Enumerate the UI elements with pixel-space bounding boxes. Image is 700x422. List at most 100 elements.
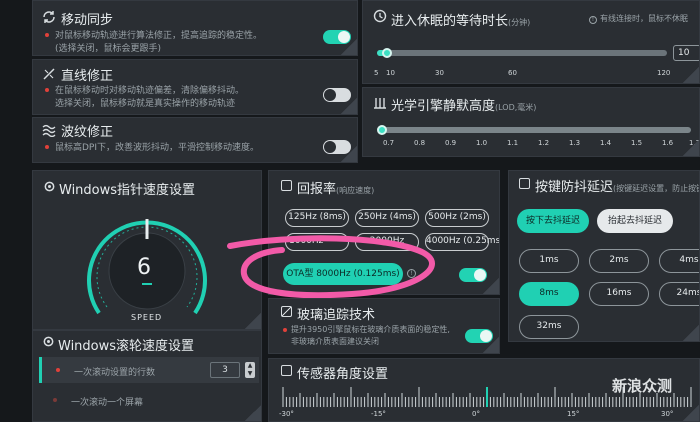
lod-tick-1-6: 1.6 [662,139,674,147]
sensor-angle-title: 传感器角度设置 [297,367,389,382]
mouse-sync-toggle[interactable] [323,30,351,44]
angle-snap-desc-2: 选择关闭，鼠标移动就是真实操作的移动轨迹 [55,99,236,109]
speed-value: 6 [137,255,151,280]
clock-icon [373,9,387,23]
debounce-option-16ms[interactable]: 16ms [589,282,649,306]
sensor-icon [281,365,292,376]
speed-label: SPEED [131,313,163,322]
debounce-option-8ms[interactable]: 8ms [519,282,579,306]
angle-snap-toggle[interactable] [323,88,351,102]
debounce-tab-release[interactable]: 抬起去抖延迟 [597,209,673,233]
debounce-tab-press[interactable]: 按下去抖延迟 [517,209,589,233]
scroll-lines-value: 3 [222,365,228,375]
angle-tick-neg15: -15° [371,410,386,418]
mouse-sync-title: 移动同步 [61,13,114,28]
glass-icon [281,306,292,317]
ripple-panel: 波纹修正 鼠标高DPI下，改善波形抖动，平滑控制移动速度。 [32,117,358,163]
highlight-annotation [227,235,435,299]
glass-toggle[interactable] [465,329,493,343]
debounce-tab-release-label: 抬起去抖延迟 [607,216,662,226]
ripple-toggle[interactable] [323,140,351,154]
glass-tracking-panel: 玻璃追踪技术 提升3950引擎鼠标在玻璃介质表面的稳定性, 非玻璃介质表面建议关… [268,298,500,354]
lines-radio [56,368,60,372]
debounce-title-text: 按键防抖延迟 [535,180,614,195]
sleep-title: 进入休眠的等待时长(分钟) [391,10,530,29]
angle-tick-15: 15° [567,410,580,418]
lod-title: 光学引擎静默高度(LOD,毫米) [391,95,536,114]
sleep-tick-120: 120 [657,69,671,77]
sleep-value: 10 [678,48,690,58]
debounce-option-32ms[interactable]: 32ms [519,315,579,339]
sleep-note: ! 有线连接时，鼠标不休眠 [589,13,688,24]
lod-tick-1-0: 1.0 [476,139,488,147]
scroll-option-screen: 一次滚动一个屏幕 [71,398,144,408]
info-icon: ! [589,16,597,24]
polling-option-125[interactable]: 125Hz (8ms) [285,209,349,227]
lod-tick-0-8: 0.8 [414,139,426,147]
scroll-option-screen-row[interactable]: 一次滚动一个屏幕 [39,387,259,413]
lod-slider-track[interactable] [381,127,691,133]
glass-desc-1: 提升3950引擎鼠标在玻璃介质表面的稳定性, [291,325,450,334]
angle-snap-panel: 直线修正 在鼠标移动时对移动轨迹偏差，清除偏移抖动。 选择关闭，鼠标移动就是真实… [32,59,358,115]
debounce-option-4ms[interactable]: 4ms [659,249,699,273]
polling-ota-toggle[interactable] [459,268,487,282]
mouse-sync-desc-1: 对鼠标移动轨迹进行算法修正，提高追踪的稳定性。 [55,31,263,41]
lod-tick-1-7: 1.7 [689,139,700,147]
debounce-option-2ms[interactable]: 2ms [589,249,649,273]
sleep-slider-knob[interactable] [382,48,392,58]
scroll-speed-panel: Windows滚轮速度设置 一次滚动设置的行数 3 ▲ ▼ 一次滚动一个屏幕 [32,330,262,422]
polling-option-250[interactable]: 250Hz (4ms) [355,209,419,227]
lod-panel: 光学引擎静默高度(LOD,毫米) 0.7 0.8 0.9 1.0 1.1 1.2… [362,87,700,157]
lod-unit: (LOD,毫米) [495,103,537,112]
lod-slider-knob[interactable] [377,125,387,135]
lod-tick-1-3: 1.3 [569,139,581,147]
sync-icon [43,11,55,23]
mouse-sync-panel: 移动同步 对鼠标移动轨迹进行算法修正，提高追踪的稳定性。 (选择关闭，鼠标会更跟… [32,0,358,56]
lod-title-text: 光学引擎静默高度 [391,99,496,114]
scroll-speed-title: Windows滚轮速度设置 [58,339,195,354]
sleep-slider-track[interactable] [377,50,667,56]
lod-tick-0-9: 0.9 [445,139,457,147]
lod-icon [374,98,386,109]
scroll-option-lines: 一次滚动设置的行数 [74,368,156,378]
lod-tick-1-5: 1.5 [631,139,643,147]
debounce-panel: 按键防抖延迟(按键延迟设置，防止按键鼠标 按下去抖延迟 抬起去抖延迟 1ms 2… [508,170,700,342]
scroll-gear-icon [43,336,54,347]
polling-title: 回报率(响应速度) [297,178,374,197]
mouse-sync-bullet [45,33,49,37]
screen-radio [53,398,57,402]
angle-snap-title: 直线修正 [61,69,114,84]
sleep-tick-5: 5 [374,69,379,77]
glass-bullet [283,328,287,332]
debounce-subtitle: (按键延迟设置，防止按键鼠标 [613,184,699,193]
ripple-title: 波纹修正 [61,125,114,140]
mouse-sync-desc-2: (选择关闭，鼠标会更跟手) [55,44,162,54]
debounce-title: 按键防抖延迟(按键延迟设置，防止按键鼠标 [535,176,699,195]
sleep-note-text: 有线连接时，鼠标不休眠 [600,14,688,23]
angle-tick-30: 30° [661,410,674,418]
scroll-lines-spinner[interactable]: ▲ ▼ [245,362,255,378]
sleep-tick-10: 10 [386,69,395,77]
polling-icon [281,180,292,191]
ripple-desc: 鼠标高DPI下，改善波形抖动，平滑控制移动速度。 [55,143,260,153]
sleep-panel: 进入休眠的等待时长(分钟) ! 有线连接时，鼠标不休眠 10 5 10 30 60… [362,0,700,84]
watermark: 新浪众测 [612,377,673,395]
pointer-speed-title: Windows指针速度设置 [59,183,196,198]
lod-tick-1-2: 1.2 [538,139,550,147]
polling-option-500[interactable]: 500Hz (2ms) [425,209,489,227]
angle-tick-0: 0° [472,410,480,418]
lod-tick-1-1: 1.1 [507,139,519,147]
sleep-unit: (分钟) [508,18,531,27]
scroll-lines-input[interactable]: 3 [210,362,240,378]
sleep-tick-60: 60 [508,69,517,77]
sleep-title-text: 进入休眠的等待时长 [391,14,509,29]
polling-subtitle: (响应速度) [336,186,375,195]
angle-tick-neg30: -30° [279,410,294,418]
scroll-option-lines-row[interactable]: 一次滚动设置的行数 3 ▲ ▼ [39,357,259,383]
angle-snap-bullet [45,88,49,92]
sleep-value-box[interactable]: 10 [673,45,699,61]
gear-icon [44,181,55,192]
debounce-option-1ms[interactable]: 1ms [519,249,579,273]
angle-snap-icon [43,68,55,80]
debounce-option-24ms[interactable]: 24ms [659,282,699,306]
